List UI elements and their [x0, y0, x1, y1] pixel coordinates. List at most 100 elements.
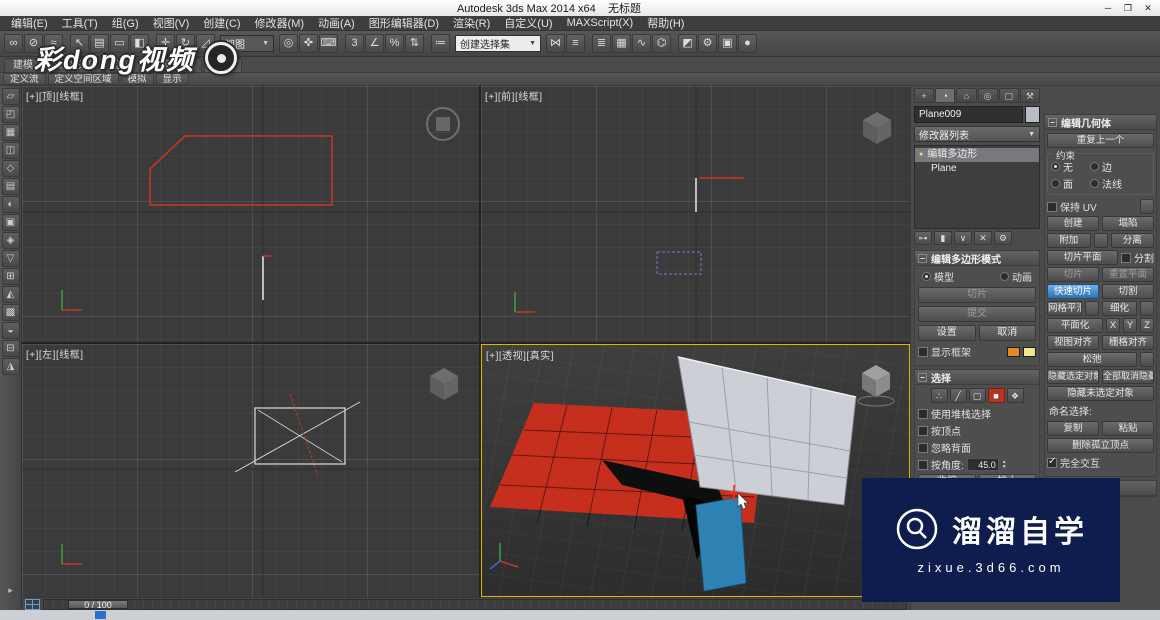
blue-plane-object[interactable] [696, 497, 746, 591]
angle-spinner[interactable]: ▲ ▼ [1002, 460, 1007, 470]
element-subobject-icon[interactable]: ❖ [1007, 388, 1024, 403]
rollout-header[interactable]: − 编辑多边形模式 [915, 251, 1039, 266]
angle-snap-icon[interactable]: ∠ [365, 34, 384, 53]
render-setup-icon[interactable]: ⚙ [698, 34, 717, 53]
edit-named-selection-sets-icon[interactable]: ≔ [431, 34, 450, 53]
viewport-layout-tabs-button[interactable] [25, 599, 40, 610]
radio-icon[interactable] [922, 272, 931, 281]
align-icon[interactable]: ≡ [566, 34, 585, 53]
time-slider-track[interactable]: 0 / 100 [43, 599, 907, 610]
slice-mode-button[interactable]: 切片 [918, 287, 1036, 303]
slice-gizmo-line[interactable] [263, 256, 271, 300]
ribbon-tool-icon[interactable]: ⊞ [2, 268, 20, 285]
ribbon-tool-icon[interactable]: ▤ [2, 178, 20, 195]
spin-down-icon[interactable]: ▼ [1002, 465, 1007, 470]
viewport-front-label[interactable]: [+][前][线框] [485, 88, 543, 103]
render-production-icon[interactable]: ● [738, 34, 757, 53]
view-align-button[interactable]: 视图对齐 [1047, 335, 1099, 350]
polygon-subobject-icon[interactable]: ■ [988, 388, 1005, 403]
toolbar-divider[interactable] [339, 34, 344, 53]
cancel-button[interactable]: 取消 [979, 325, 1037, 341]
cage-selected-color-swatch[interactable] [1023, 347, 1036, 357]
border-subobject-icon[interactable]: ▢ [969, 388, 986, 403]
ribbon-tool-icon[interactable]: ▣ [2, 214, 20, 231]
toolbar-divider[interactable] [425, 34, 430, 53]
display-tab-icon[interactable]: ▢ [999, 88, 1019, 103]
time-slider-handle[interactable]: 0 / 100 [68, 600, 128, 609]
menu-item[interactable]: 帮助(H) [640, 15, 691, 31]
ribbon-tool-icon[interactable]: ▩ [2, 304, 20, 321]
modifier-stack-row[interactable]: ● 编辑多边形 [915, 148, 1039, 162]
planar-z-button[interactable]: Z [1140, 318, 1154, 333]
named-selection-set-dropdown[interactable]: 创建选择集 ▼ [455, 35, 541, 52]
ribbon-tool-icon[interactable]: ⊟ [2, 340, 20, 357]
quick-slice-button[interactable]: 快速切片 [1047, 284, 1099, 299]
paste-button[interactable]: 粘贴 [1102, 421, 1154, 436]
material-editor-icon[interactable]: ◩ [678, 34, 697, 53]
grid-align-button[interactable]: 栅格对齐 [1102, 335, 1154, 350]
utilities-tab-icon[interactable]: ⚒ [1020, 88, 1040, 103]
ribbon-tool-icon[interactable]: ◭ [2, 286, 20, 303]
edge-subobject-icon[interactable]: ╱ [950, 388, 967, 403]
viewport-perspective[interactable]: [+][透视][真实] [481, 344, 910, 597]
radio-icon[interactable] [1000, 272, 1009, 281]
viewport-left[interactable]: [+][左][线框] [22, 344, 479, 597]
constraint-normal-radio[interactable] [1090, 179, 1099, 188]
planar-x-button[interactable]: X [1106, 318, 1120, 333]
slice-plane-button[interactable]: 切片平面 [1047, 250, 1118, 265]
select-and-link-icon[interactable]: ∞ [4, 34, 23, 53]
ribbon-tool-icon[interactable]: ◮ [2, 358, 20, 375]
mirror-icon[interactable]: ⋈ [546, 34, 565, 53]
motion-tab-icon[interactable]: ◎ [978, 88, 998, 103]
menu-item[interactable]: 视图(V) [146, 15, 197, 31]
split-checkbox[interactable] [1121, 253, 1131, 263]
viewcube-icon[interactable] [863, 112, 891, 144]
object-color-swatch[interactable] [1025, 106, 1040, 123]
planar-y-button[interactable]: Y [1123, 318, 1137, 333]
viewport-front[interactable]: [+][前][线框] [481, 86, 910, 342]
make-planar-button[interactable]: 平面化 [1047, 318, 1103, 333]
menu-item[interactable]: 动画(A) [311, 15, 362, 31]
schematic-view-icon[interactable]: ⌬ [652, 34, 671, 53]
animate-mode-option[interactable]: 动画 [1000, 269, 1032, 284]
collapse-icon[interactable]: − [918, 373, 927, 382]
msmooth-button[interactable]: 网格平滑 [1047, 301, 1082, 316]
menu-item[interactable]: 渲染(R) [446, 15, 497, 31]
viewport-top[interactable]: [+][顶][线框] [22, 86, 479, 342]
slice-button[interactable]: 切片 [1047, 267, 1099, 282]
modifier-stack-row[interactable]: Plane [915, 162, 1039, 176]
copy-button[interactable]: 复制 [1047, 421, 1099, 436]
tessellate-settings-button[interactable] [1140, 301, 1154, 316]
cut-button[interactable]: 切割 [1102, 284, 1154, 299]
rollout-header[interactable]: − 编辑几何体 [1045, 115, 1156, 130]
viewcube-icon[interactable] [427, 108, 459, 140]
hide-unselected-button[interactable]: 隐藏未选定对象 [1047, 386, 1154, 401]
reset-plane-button[interactable]: 重置平面 [1102, 267, 1154, 282]
relax-settings-button[interactable] [1140, 352, 1154, 367]
modify-tab-icon[interactable]: ◔ [935, 88, 955, 103]
viewport-left-label[interactable]: [+][左][线框] [26, 346, 84, 361]
make-unique-icon[interactable]: ∨ [954, 231, 972, 245]
rollout-header[interactable]: − 选择 [915, 370, 1039, 385]
detach-button[interactable]: 分离 [1111, 233, 1155, 248]
layer-manager-icon[interactable]: ≣ [592, 34, 611, 53]
plane-object-wire[interactable] [235, 394, 360, 476]
ribbon-tool-icon[interactable]: ◐ [2, 196, 20, 213]
cage-color-swatch[interactable] [1007, 347, 1020, 357]
gray-plane-object[interactable] [678, 357, 856, 505]
preserve-uv-settings-button[interactable] [1140, 199, 1154, 214]
percent-snap-icon[interactable]: % [385, 34, 404, 53]
viewcube-icon[interactable] [858, 365, 894, 406]
hide-selected-button[interactable]: 隐藏选定对象 [1047, 369, 1099, 384]
collapse-icon[interactable]: − [918, 254, 927, 263]
maximize-button[interactable]: ❐ [1118, 2, 1138, 15]
full-interactivity-checkbox[interactable] [1047, 458, 1057, 468]
menu-item[interactable]: 组(G) [105, 15, 146, 31]
ignore-backfacing-checkbox[interactable] [918, 443, 928, 453]
constraint-face-radio[interactable] [1051, 179, 1060, 188]
menu-item[interactable]: MAXScript(X) [560, 17, 641, 29]
menu-item[interactable]: 自定义(U) [497, 15, 559, 31]
vertex-subobject-icon[interactable]: ∴ [931, 388, 948, 403]
constraint-edge-radio[interactable] [1090, 162, 1099, 171]
menu-item[interactable]: 创建(C) [196, 15, 247, 31]
